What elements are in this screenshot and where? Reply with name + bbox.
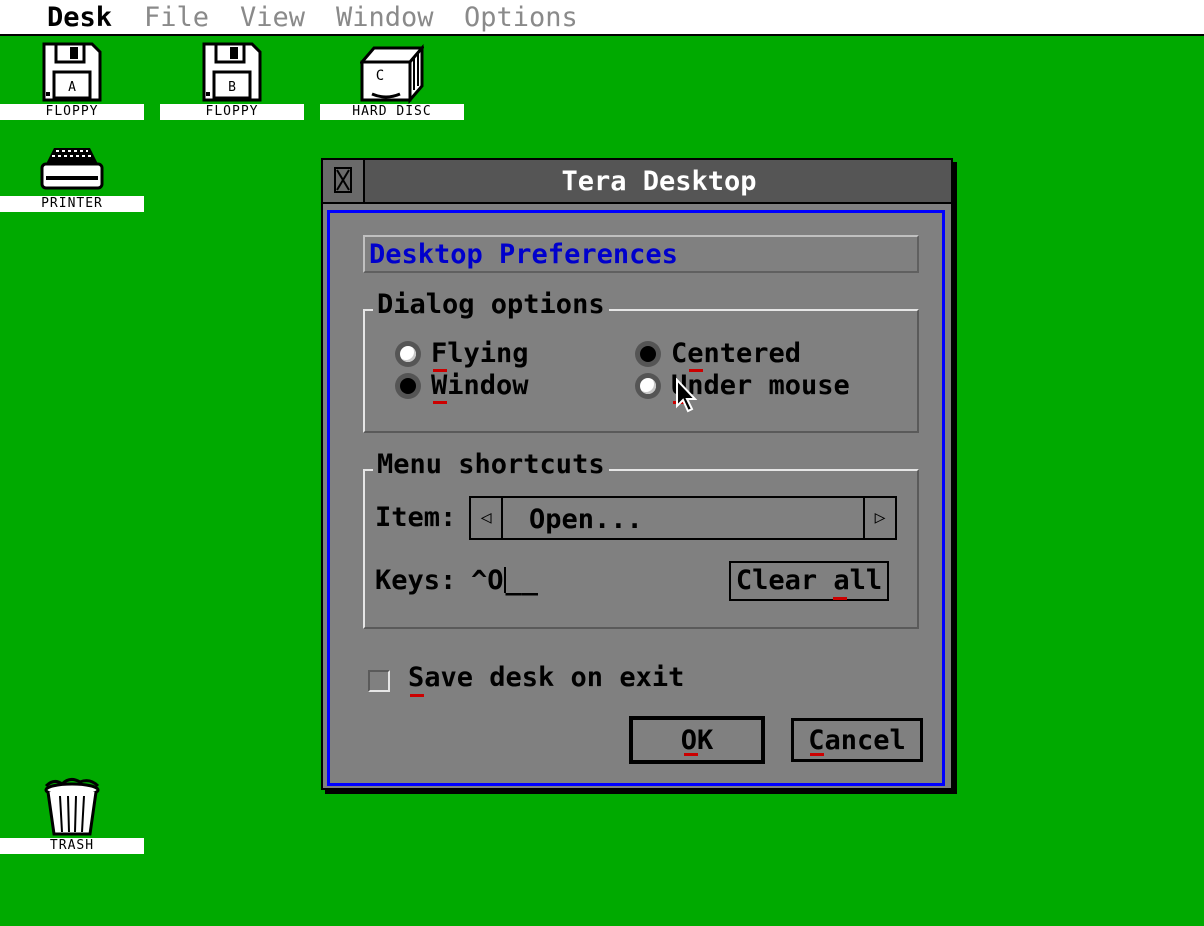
floppy-icon: A (42, 42, 102, 102)
radio-flying-label[interactable]: Flying (431, 339, 529, 369)
drive-letter-b: B (228, 80, 236, 95)
dialog-body: Desktop Preferences Dialog options Flyin… (327, 210, 945, 786)
desktop-icon-label: PRINTER (0, 196, 144, 212)
radio-window-label[interactable]: Window (431, 371, 529, 401)
group-title-menu-shortcuts: Menu shortcuts (373, 447, 609, 483)
printer-icon (40, 148, 104, 190)
keys-value: ^O (471, 565, 504, 596)
drive-letter-a: A (68, 80, 76, 95)
menu-bar: Desk File View Window Options (0, 0, 1204, 36)
keys-blank: __ (505, 565, 539, 596)
desktop-icon-floppy-a[interactable]: A FLOPPY (0, 42, 144, 122)
ok-button[interactable]: OK (629, 716, 765, 764)
menu-desk[interactable]: Desk (47, 2, 112, 34)
item-next-button[interactable]: ▷ (863, 498, 895, 538)
menu-options[interactable]: Options (464, 2, 578, 34)
keys-input[interactable]: ^O__ (471, 566, 538, 596)
save-desk-checkbox[interactable] (368, 670, 390, 692)
radio-centered-label[interactable]: Centered (671, 339, 801, 369)
item-label: Item: (375, 502, 457, 533)
desktop-icon-label: HARD DISC (320, 104, 464, 120)
close-icon (334, 167, 352, 193)
menu-window[interactable]: Window (336, 2, 434, 34)
dialog-title-bar[interactable]: Tera Desktop (323, 160, 951, 204)
dialog-banner: Desktop Preferences (363, 235, 919, 273)
menu-file[interactable]: File (144, 2, 209, 34)
menu-shortcuts-group: Menu shortcuts Item: ◁ Open... ▷ Keys: ^… (363, 447, 919, 629)
clear-all-button[interactable]: Clear all (729, 561, 889, 601)
group-title-dialog-options: Dialog options (373, 287, 609, 323)
arrow-left-icon: ◁ (480, 507, 492, 528)
item-prev-button[interactable]: ◁ (471, 498, 503, 538)
mouse-pointer-icon (676, 378, 698, 413)
trash-icon (44, 777, 100, 836)
desktop-icon-floppy-b[interactable]: B FLOPPY (160, 42, 304, 122)
item-selector: ◁ Open... ▷ (469, 496, 897, 540)
dialog-title: Tera Desktop (561, 166, 757, 197)
dialog-options-group: Dialog options Flying Window Centered Un… (363, 287, 919, 433)
menu-view[interactable]: View (240, 2, 305, 34)
desktop-icon-label: FLOPPY (160, 104, 304, 120)
desktop-icon-hard-disc[interactable]: C HARD DISC (320, 42, 464, 122)
keys-label: Keys: (375, 565, 457, 596)
radio-window[interactable] (395, 373, 421, 399)
preferences-dialog: Tera Desktop Desktop Preferences Dialog … (321, 158, 953, 790)
radio-under-mouse[interactable] (635, 373, 661, 399)
radio-flying[interactable] (395, 341, 421, 367)
hard-disc-icon: C (360, 43, 424, 104)
desktop-icon-label: TRASH (0, 838, 144, 854)
arrow-right-icon: ▷ (874, 507, 886, 528)
save-desk-label[interactable]: Save desk on exit (408, 663, 684, 693)
radio-centered[interactable] (635, 341, 661, 367)
desktop-icon-printer[interactable]: PRINTER (0, 134, 144, 214)
close-button[interactable] (323, 160, 365, 202)
drive-letter-c: C (376, 68, 384, 84)
desktop-icon-trash[interactable]: TRASH (0, 776, 144, 856)
floppy-icon: B (202, 42, 262, 102)
desktop-icon-label: FLOPPY (0, 104, 144, 120)
item-value: Open... (529, 504, 643, 535)
